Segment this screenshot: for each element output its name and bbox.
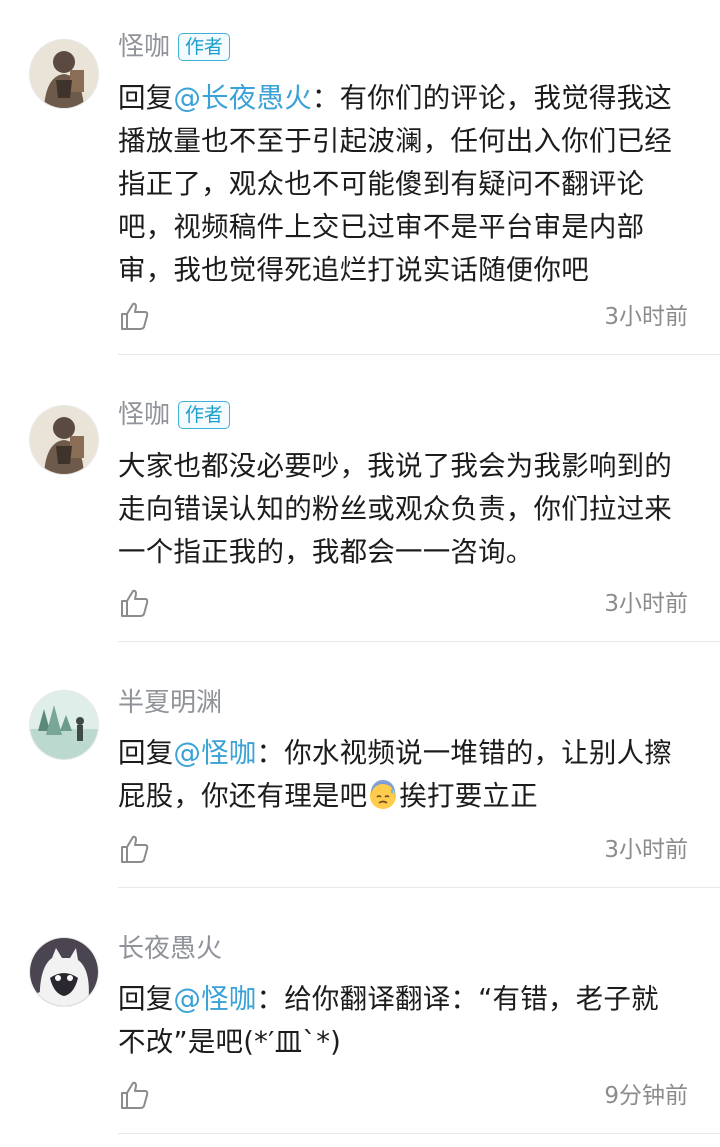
username-row: 怪咖 作者	[118, 29, 231, 65]
username-row: 半夏明渊	[118, 685, 222, 721]
avatar-image	[30, 40, 98, 108]
timestamp: 9分钟前	[604, 1083, 688, 1109]
thumbs-up-icon[interactable]	[118, 833, 150, 865]
mention-link[interactable]: @怪咖	[173, 983, 256, 1015]
comment-text: 回复@长夜愚火：有你们的评论，我觉得我这播放量也不至于引起波澜，任何出入你们已经…	[118, 77, 686, 292]
divider	[118, 354, 720, 355]
comment-text: 回复@怪咖：你水视频说一堆错的，让别人擦屁股，你还有理是吧 挨打要立正	[118, 732, 686, 818]
username[interactable]: 长夜愚火	[118, 931, 222, 967]
username[interactable]: 半夏明渊	[118, 685, 222, 721]
avatar[interactable]	[30, 938, 98, 1006]
username[interactable]: 怪咖	[118, 397, 170, 433]
thumbs-up-icon[interactable]	[118, 300, 150, 332]
username[interactable]: 怪咖	[118, 29, 170, 65]
author-badge: 作者	[178, 33, 231, 61]
reply-prefix: 回复	[118, 737, 174, 769]
author-badge: 作者	[178, 401, 231, 429]
divider	[118, 641, 720, 642]
comment-text: 回复@怪咖：给你翻译翻译：“有错，老子就不改”是吧(*′皿`*)	[118, 978, 686, 1064]
thumbs-up-icon[interactable]	[118, 1079, 150, 1111]
divider	[118, 1133, 720, 1134]
timestamp: 3小时前	[604, 304, 688, 330]
mention-link[interactable]: @长夜愚火	[173, 82, 312, 114]
comment-body: 大家也都没必要吵，我说了我会为我影响到的走向错误认知的粉丝或观众负责，你们拉过来…	[118, 450, 672, 568]
mention-link[interactable]: @怪咖	[173, 737, 256, 769]
avatar[interactable]	[30, 691, 98, 759]
divider	[118, 887, 720, 888]
sweat-face-emoji-icon	[370, 780, 397, 809]
reply-prefix: 回复	[118, 82, 174, 114]
username-row: 怪咖 作者	[118, 397, 231, 433]
thumbs-up-icon[interactable]	[118, 587, 150, 619]
username-row: 长夜愚火	[118, 931, 222, 967]
avatar[interactable]	[30, 406, 98, 474]
timestamp: 3小时前	[604, 837, 688, 863]
avatar-image	[30, 938, 98, 1006]
avatar-image	[30, 691, 98, 759]
comment-body-end: 挨打要立正	[399, 780, 538, 812]
avatar-image	[30, 406, 98, 474]
avatar[interactable]	[30, 40, 98, 108]
reply-prefix: 回复	[118, 983, 174, 1015]
timestamp: 3小时前	[604, 591, 688, 617]
comment-text: 大家也都没必要吵，我说了我会为我影响到的走向错误认知的粉丝或观众负责，你们拉过来…	[118, 445, 686, 574]
